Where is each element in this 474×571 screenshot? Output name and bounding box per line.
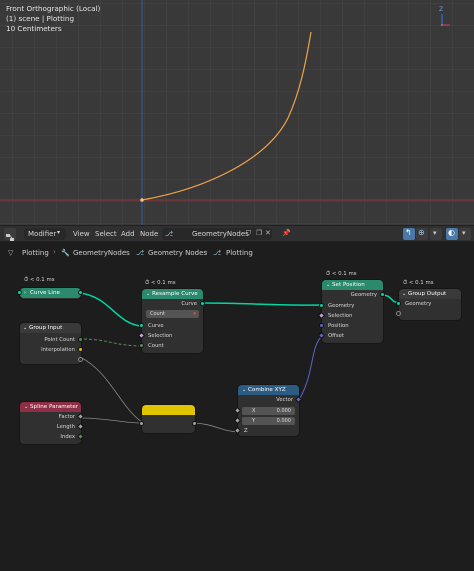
- socket-curve-line-in[interactable]: [17, 290, 22, 295]
- node-set-position[interactable]: ⌄ Set Position Geometry Geometry Selectio…: [317, 280, 385, 343]
- gizmo-z-label: Z: [439, 6, 444, 13]
- input-selection: Selection: [148, 333, 173, 339]
- input-position: Position: [328, 323, 349, 329]
- output-length: Length: [56, 424, 75, 430]
- curve-line-timing: ⏱ < 0.1 ms: [24, 277, 55, 283]
- node-expression[interactable]: [139, 405, 197, 433]
- y-value-field[interactable]: Y 0.000: [242, 417, 295, 425]
- viewport-overlay: [0, 0, 474, 225]
- modifier-dropdown[interactable]: Modifier ▾: [24, 228, 66, 240]
- socket-resample-curve-in[interactable]: [139, 323, 144, 328]
- grid-scale: 10 Centimeters: [6, 24, 62, 33]
- socket-resample-out[interactable]: [200, 301, 205, 306]
- link-factor: [79, 417, 143, 424]
- output-curve: Curve: [181, 301, 197, 307]
- node-group-output[interactable]: ⌄ Group Output Geometry: [396, 289, 461, 320]
- link-point-count: [78, 338, 141, 347]
- close-icon[interactable]: ✕: [265, 228, 271, 238]
- axis-gizmo[interactable]: Z: [433, 6, 451, 28]
- socket-curve-line-out[interactable]: [78, 290, 83, 295]
- input-geometry: Geometry: [328, 303, 355, 309]
- overlays-options-icon[interactable]: ▾: [459, 228, 471, 240]
- node-tree-icon: ⎇: [165, 230, 174, 238]
- menu-view[interactable]: View: [73, 229, 90, 239]
- node-header: › Curve Line: [20, 288, 81, 298]
- menu-add[interactable]: Add: [121, 229, 135, 239]
- link-resample-to-set-position: [202, 302, 323, 306]
- resample-timing: ⏱ < 0.1 ms: [145, 280, 176, 286]
- output-index: Index: [60, 434, 75, 440]
- node-resample-curve[interactable]: ⌄ Resample Curve Curve Count ▾ Curve Selec…: [137, 289, 205, 353]
- pin-icon[interactable]: 📌: [282, 228, 291, 238]
- output-vector: Vector: [276, 397, 293, 403]
- node-editor-canvas[interactable]: ▽ Plotting › 🔧 GeometryNodes › ⎇ Geometr…: [0, 242, 474, 571]
- node-header: ⌄ Group Input: [20, 323, 81, 333]
- input-count: Count: [148, 343, 164, 349]
- socket-interpolation[interactable]: [78, 347, 83, 352]
- node-combine-xyz[interactable]: ⌄ Combine XYZ Vector X 0.000 Y 0.000 Z: [233, 385, 303, 436]
- scene-info: (1) scene | Plotting: [6, 14, 75, 23]
- shield-icon[interactable]: ⛉: [246, 228, 251, 238]
- node-header: [142, 405, 195, 415]
- node-curve-line[interactable]: › Curve Line: [17, 288, 83, 299]
- link-curve-line-to-resample: [79, 292, 141, 327]
- set-position-timing: ⏱ < 0.1 ms: [326, 271, 357, 277]
- node-group-input[interactable]: ⌄ Group Input Point Count Interpolation: [20, 323, 83, 364]
- socket-expression-out[interactable]: [192, 421, 197, 426]
- node-group-selector[interactable]: ⎇ GeometryNodes ⛉ ❐ ✕: [162, 228, 272, 240]
- view-name: Front Orthographic (Local): [6, 4, 101, 13]
- input-selection: Selection: [328, 313, 353, 319]
- node-header: ⌄ Spline Parameter: [20, 402, 81, 412]
- menu-node[interactable]: Node: [140, 229, 158, 239]
- overlay-toggle-icon[interactable]: ↰: [403, 228, 415, 240]
- node-header: ⌄ Group Output: [399, 289, 461, 299]
- socket-empty[interactable]: [396, 311, 401, 316]
- input-offset: Offset: [328, 333, 344, 339]
- overlays-icon[interactable]: ◐: [446, 228, 458, 240]
- origin-point: [140, 198, 144, 202]
- socket-set-position-out[interactable]: [380, 292, 385, 297]
- link-expression-to-z: [193, 422, 239, 433]
- socket-set-position-position[interactable]: [319, 323, 324, 328]
- socket-empty[interactable]: [78, 357, 83, 362]
- socket-point-count[interactable]: [78, 337, 83, 342]
- menu-select[interactable]: Select: [95, 229, 117, 239]
- output-point-count: Point Count: [44, 337, 75, 343]
- link-vector-to-offset: [298, 335, 323, 401]
- plotted-curve: [141, 31, 312, 201]
- input-z: Z: [244, 428, 248, 434]
- mode-select[interactable]: Count ▾: [146, 310, 199, 318]
- node-header: ⌄ Combine XYZ: [238, 385, 299, 395]
- socket-resample-count[interactable]: [139, 343, 144, 348]
- socket-group-output-geometry[interactable]: [396, 301, 401, 306]
- node-group-name: GeometryNodes: [192, 230, 249, 238]
- snap-icon[interactable]: ⊕: [416, 228, 428, 240]
- group-output-timing: ⏱ < 0.1 ms: [403, 280, 434, 286]
- chevron-down-icon: ›: [24, 290, 26, 296]
- socket-expression-in[interactable]: [139, 421, 144, 426]
- input-curve: Curve: [148, 323, 164, 329]
- chevron-down-icon: ▾: [193, 311, 196, 317]
- link-interpolation: [79, 356, 143, 423]
- node-spline-parameter[interactable]: ⌄ Spline Parameter Factor Length Index: [20, 402, 85, 444]
- x-value-field[interactable]: X 0.000: [242, 407, 295, 415]
- 3d-viewport[interactable]: Front Orthographic (Local) (1) scene | P…: [0, 0, 474, 225]
- output-factor: Factor: [58, 414, 75, 420]
- socket-set-position-geometry[interactable]: [319, 303, 324, 308]
- output-geometry: Geometry: [350, 292, 377, 298]
- output-interpolation: Interpolation: [41, 347, 75, 353]
- node-editor-icon[interactable]: [4, 228, 16, 241]
- modifier-label: Modifier: [28, 230, 57, 238]
- input-geometry: Geometry: [405, 301, 432, 307]
- duplicate-icon[interactable]: ❐: [256, 228, 262, 238]
- node-header: ⌄ Resample Curve: [142, 289, 203, 299]
- node-editor-header: Modifier ▾ View Select Add Node ⎇ Geomet…: [0, 225, 474, 242]
- snap-options-icon[interactable]: ▾: [430, 228, 442, 240]
- chevron-down-icon: ▾: [57, 229, 61, 236]
- node-header: ⌄ Set Position: [322, 280, 383, 290]
